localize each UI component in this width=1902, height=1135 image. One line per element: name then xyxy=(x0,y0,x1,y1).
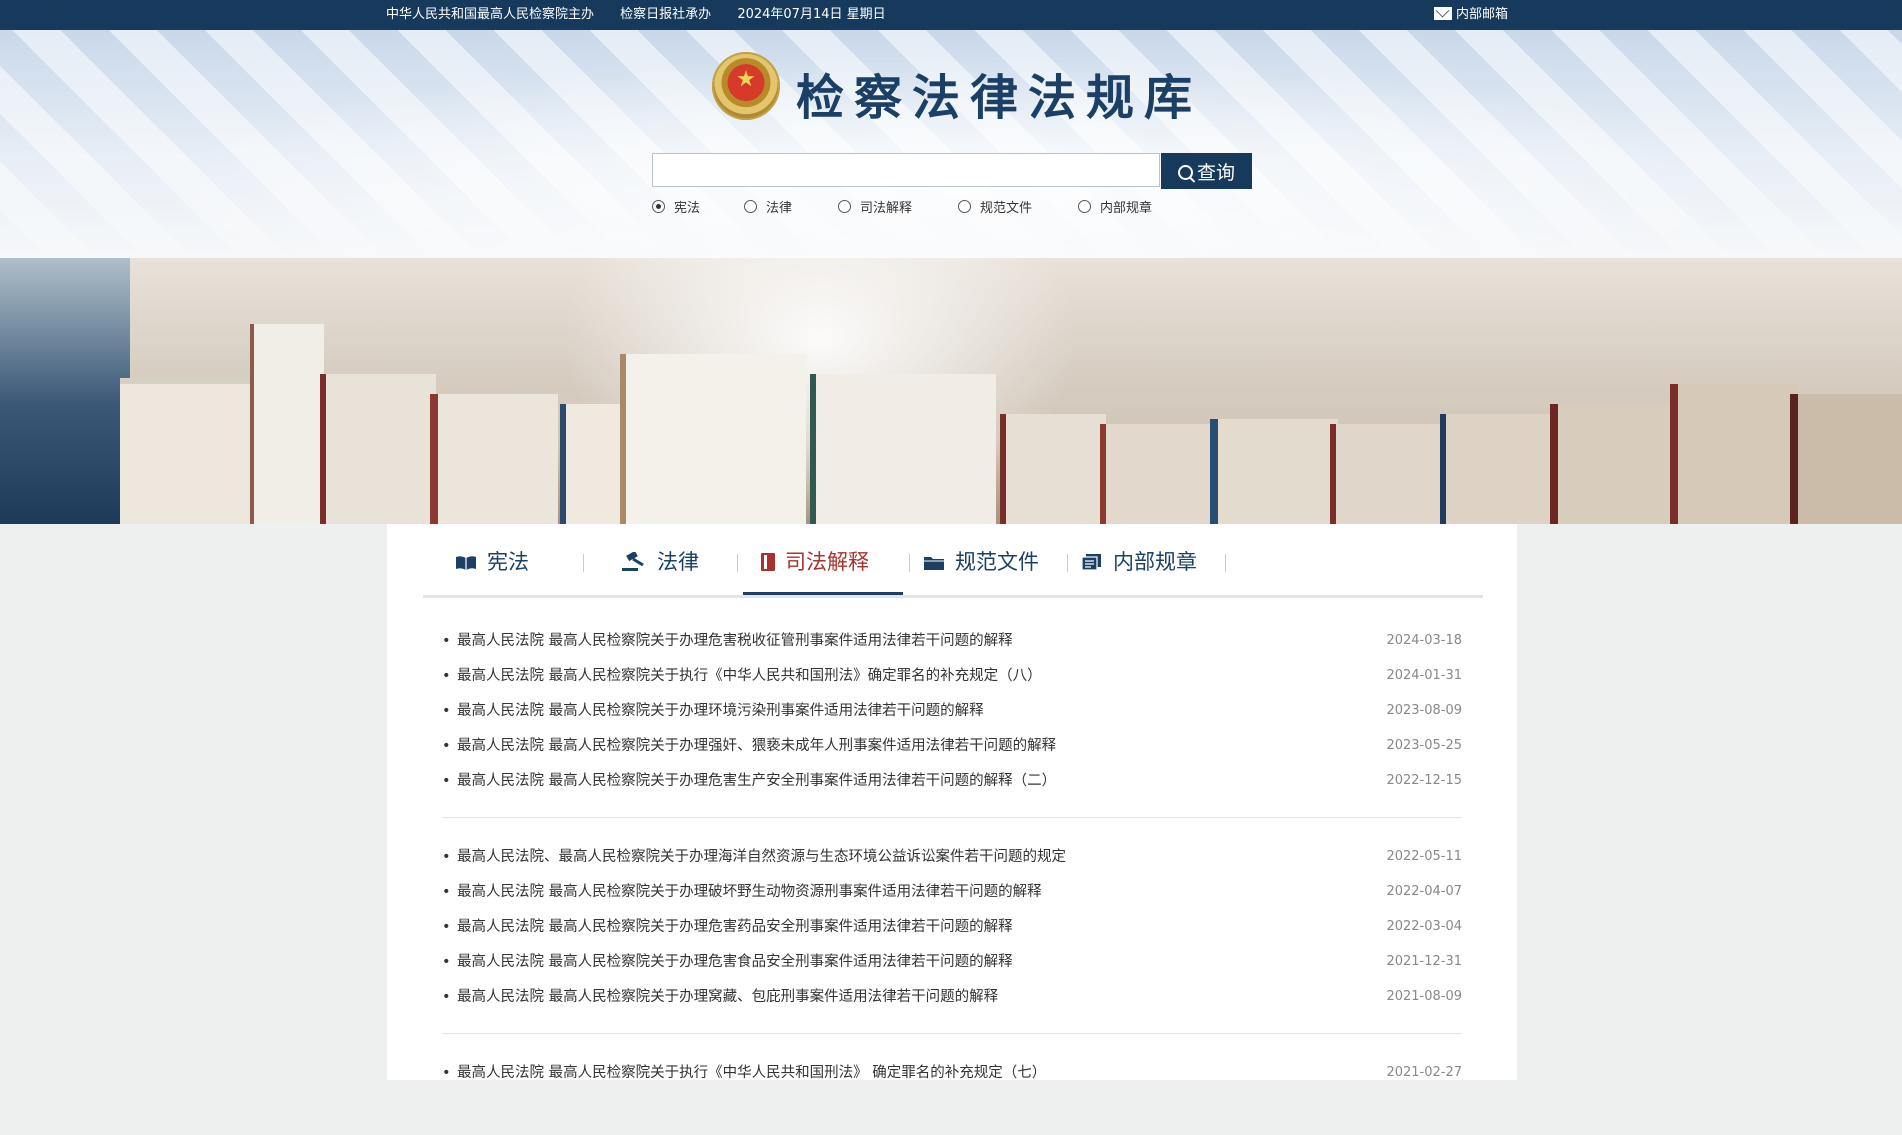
search-icon xyxy=(1177,164,1193,180)
internal-mail-label: 内部邮箱 xyxy=(1456,7,1509,22)
list-item[interactable]: • 最高人民法院 最高人民检察院关于办理危害税收征管刑事案件适用法律若干问题的解释… xyxy=(442,628,1462,663)
radio-label: 司法解释 xyxy=(860,201,913,216)
item-title[interactable]: 最高人民法院、最高人民检察院关于办理海洋自然资源与生态环境公益诉讼案件若干问题的… xyxy=(457,844,1066,870)
radio-button[interactable] xyxy=(1078,200,1091,213)
book-icon xyxy=(455,552,477,576)
header: 检察法律法规库 查询 宪法 法律 司法解释 规范文件 内部规章 xyxy=(0,30,1902,258)
search-button[interactable]: 查询 xyxy=(1161,153,1252,189)
list-group: • 最高人民法院 最高人民检察院关于办理危害税收征管刑事案件适用法律若干问题的解释… xyxy=(442,628,1462,818)
active-tab-underline xyxy=(743,592,903,595)
radio-button-checked[interactable] xyxy=(652,200,665,213)
radio-label: 规范文件 xyxy=(980,201,1033,216)
radio-normative-documents[interactable]: 规范文件 xyxy=(958,197,1032,216)
bullet-icon: • xyxy=(442,668,451,684)
content-panel: 宪法 法律 司法解释 规范文件 内部规章 • 最高人民法院 最高人民检察院关于办… xyxy=(387,524,1517,1081)
item-title[interactable]: 最高人民法院 最高人民检察院关于办理窝藏、包庇刑事案件适用法律若干问题的解释 xyxy=(457,984,998,1010)
tab-label: 宪法 xyxy=(487,550,529,574)
bullet-icon: • xyxy=(442,849,451,865)
item-title[interactable]: 最高人民法院 最高人民检察院关于办理破坏野生动物资源刑事案件适用法律若干问题的解… xyxy=(457,879,1042,905)
list-item[interactable]: • 最高人民法院 最高人民检察院关于办理强奸、猥亵未成年人刑事案件适用法律若干问题… xyxy=(442,733,1462,768)
books-banner-image xyxy=(0,258,1902,524)
tab-law[interactable]: 法律 xyxy=(621,546,699,598)
radio-internal-rules[interactable]: 内部规章 xyxy=(1078,197,1152,216)
organizer-text: 检察日报社承办 xyxy=(620,7,712,22)
tab-label: 司法解释 xyxy=(785,550,869,574)
folder-icon xyxy=(923,552,945,576)
document-list: • 最高人民法院 最高人民检察院关于办理危害税收征管刑事案件适用法律若干问题的解释… xyxy=(442,628,1462,1135)
internal-mail-link[interactable]: 内部邮箱 xyxy=(1434,0,1508,30)
item-date: 2023-05-25 xyxy=(1386,738,1462,753)
tab-label: 法律 xyxy=(657,550,699,574)
item-date: 2022-04-07 xyxy=(1386,884,1462,899)
item-date: 2024-01-31 xyxy=(1386,668,1462,683)
bullet-icon: • xyxy=(442,773,451,789)
list-item[interactable]: • 最高人民法院 最高人民检察院关于办理窝藏、包庇刑事案件适用法律若干问题的解释 2… xyxy=(442,984,1462,1019)
document-stack-icon xyxy=(1081,552,1103,576)
host-text: 中华人民共和国最高人民检察院主办 xyxy=(386,7,595,22)
list-item[interactable]: • 最高人民法院 最高人民检察院关于办理危害食品安全刑事案件适用法律若干问题的解释… xyxy=(442,949,1462,984)
item-title[interactable]: 最高人民法院 最高人民检察院关于办理危害税收征管刑事案件适用法律若干问题的解释 xyxy=(457,628,1013,654)
item-title[interactable]: 最高人民法院 最高人民检察院关于办理危害药品安全刑事案件适用法律若干问题的解释 xyxy=(457,914,1013,940)
radio-constitution[interactable]: 宪法 xyxy=(652,197,700,216)
bullet-icon: • xyxy=(442,954,451,970)
gavel-icon xyxy=(621,550,647,577)
item-date: 2022-12-15 xyxy=(1386,773,1462,788)
site-title: 检察法律法规库 xyxy=(796,70,1203,126)
top-bar-info: 中华人民共和国最高人民检察院主办 检察日报社承办 2024年07月14日 星期日 xyxy=(386,0,908,30)
tab-judicial-interpretation[interactable]: 司法解释 xyxy=(743,546,903,598)
item-date: 2021-12-31 xyxy=(1386,954,1462,969)
radio-label: 内部规章 xyxy=(1100,201,1153,216)
list-item[interactable]: • 最高人民法院 最高人民检察院关于执行《中华人民共和国刑法》确定罪名的补充规定（… xyxy=(442,663,1462,698)
bullet-icon: • xyxy=(442,633,451,649)
item-date: 2021-08-09 xyxy=(1386,989,1462,1004)
item-title[interactable]: 最高人民法院 最高人民检察院关于执行《中华人民共和国刑法》 确定罪名的补充规定（… xyxy=(457,1060,1046,1086)
search-button-label: 查询 xyxy=(1196,161,1235,184)
bullet-icon: • xyxy=(442,989,451,1005)
category-tabs: 宪法 法律 司法解释 规范文件 内部规章 xyxy=(423,524,1483,598)
item-date: 2023-08-09 xyxy=(1386,703,1462,718)
bullet-icon: • xyxy=(442,919,451,935)
search-input[interactable] xyxy=(652,153,1160,187)
top-bar: 中华人民共和国最高人民检察院主办 检察日报社承办 2024年07月14日 星期日… xyxy=(0,0,1902,30)
bullet-icon: • xyxy=(442,703,451,719)
item-title[interactable]: 最高人民法院 最高人民检察院关于执行《中华人民共和国刑法》确定罪名的补充规定（八… xyxy=(457,663,1042,689)
radio-label: 法律 xyxy=(766,201,793,216)
item-date: 2021-02-27 xyxy=(1386,1065,1462,1080)
bullet-icon: • xyxy=(442,884,451,900)
notebook-icon xyxy=(761,552,775,576)
radio-judicial-interpretation[interactable]: 司法解释 xyxy=(838,197,912,216)
item-date: 2022-03-04 xyxy=(1386,919,1462,934)
tab-constitution[interactable]: 宪法 xyxy=(455,546,529,598)
radio-button[interactable] xyxy=(958,200,971,213)
list-item[interactable]: • 最高人民法院 最高人民检察院关于办理危害生产安全刑事案件适用法律若干问题的解释… xyxy=(442,768,1462,803)
item-title[interactable]: 最高人民法院 最高人民检察院关于办理环境污染刑事案件适用法律若干问题的解释 xyxy=(457,698,984,724)
tab-label: 规范文件 xyxy=(955,550,1039,574)
list-item[interactable]: • 最高人民法院 最高人民检察院关于执行《中华人民共和国刑法》 确定罪名的补充规定… xyxy=(442,1060,1462,1095)
bullet-icon: • xyxy=(442,1065,451,1081)
radio-button[interactable] xyxy=(744,200,757,213)
list-item[interactable]: • 最高人民法院、最高人民检察院关于办理海洋自然资源与生态环境公益诉讼案件若干问题… xyxy=(442,844,1462,879)
item-date: 2022-05-11 xyxy=(1386,849,1462,864)
list-item[interactable]: • 最高人民法院 最高人民检察院关于办理环境污染刑事案件适用法律若干问题的解释 20… xyxy=(442,698,1462,733)
date-text: 2024年07月14日 星期日 xyxy=(737,7,886,22)
procuratorate-emblem-icon xyxy=(712,52,780,120)
list-group: • 最高人民法院 最高人民检察院关于执行《中华人民共和国刑法》 确定罪名的补充规定… xyxy=(442,1060,1462,1109)
tab-label: 内部规章 xyxy=(1113,550,1197,574)
radio-law[interactable]: 法律 xyxy=(744,197,792,216)
tab-normative-documents[interactable]: 规范文件 xyxy=(923,546,1039,598)
radio-button[interactable] xyxy=(838,200,851,213)
list-item[interactable]: • 最高人民法院 最高人民检察院关于办理破坏野生动物资源刑事案件适用法律若干问题的… xyxy=(442,879,1462,914)
item-date: 2024-03-18 xyxy=(1386,633,1462,648)
radio-label: 宪法 xyxy=(674,201,701,216)
bullet-icon: • xyxy=(442,738,451,754)
item-title[interactable]: 最高人民法院 最高人民检察院关于办理危害生产安全刑事案件适用法律若干问题的解释（… xyxy=(457,768,1056,794)
tab-internal-rules[interactable]: 内部规章 xyxy=(1081,546,1197,598)
item-title[interactable]: 最高人民法院 最高人民检察院关于办理强奸、猥亵未成年人刑事案件适用法律若干问题的… xyxy=(457,733,1056,759)
item-title[interactable]: 最高人民法院 最高人民检察院关于办理危害食品安全刑事案件适用法律若干问题的解释 xyxy=(457,949,1013,975)
mail-icon xyxy=(1434,7,1452,20)
list-group: • 最高人民法院、最高人民检察院关于办理海洋自然资源与生态环境公益诉讼案件若干问题… xyxy=(442,844,1462,1034)
list-item[interactable]: • 最高人民法院 最高人民检察院关于办理危害药品安全刑事案件适用法律若干问题的解释… xyxy=(442,914,1462,949)
